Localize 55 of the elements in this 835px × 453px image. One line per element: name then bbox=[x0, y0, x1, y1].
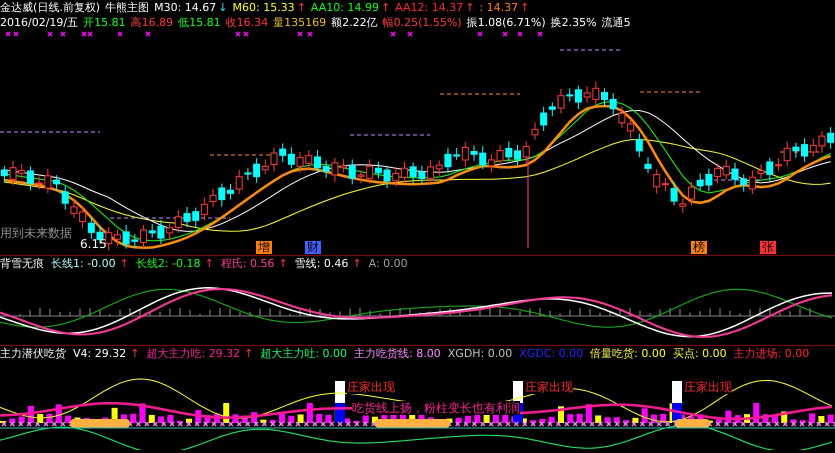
event-marker: 增 bbox=[256, 241, 272, 254]
indicator-name: 背雪无痕 bbox=[0, 256, 44, 270]
signal-label: 庄家出现 bbox=[525, 380, 573, 394]
indicator-value: 长线2: -0.18 bbox=[136, 256, 201, 270]
trend-arrow: ↑ bbox=[130, 346, 140, 360]
trend-arrow: ↑ bbox=[296, 0, 306, 14]
indicator-value: XGDC: 0.00 bbox=[519, 346, 584, 360]
indicator-value: A: 0.00 bbox=[368, 256, 408, 270]
indicator-value: 超大主力吃: 29.32 bbox=[146, 346, 240, 360]
quote-value: 幅0.25(1.55%) bbox=[382, 16, 462, 30]
stock-name: 金达威(日线.前复权) bbox=[0, 0, 100, 14]
indicator-value: 程氏: 0.56 bbox=[220, 256, 274, 270]
signal-comment: 吃货线上扬，粉柱变长也有利润 bbox=[352, 401, 520, 415]
indicator-value: M60: 15.33 bbox=[232, 0, 295, 14]
quote-value: 低15.81 bbox=[178, 16, 221, 30]
template-name: 牛熊主图 bbox=[105, 0, 150, 14]
trend-arrow: ↑ bbox=[278, 256, 288, 270]
trend-arrow: ↓ bbox=[218, 0, 228, 14]
quote-value: 开15.81 bbox=[83, 16, 126, 30]
signal-label: 庄家出现 bbox=[684, 380, 732, 394]
quote-value: 额2.22亿 bbox=[331, 16, 378, 30]
signal-label: 庄家出现 bbox=[347, 380, 395, 394]
indicator-value: 主力进场: 0.00 bbox=[734, 346, 810, 360]
trend-arrow: ↑ bbox=[380, 0, 390, 14]
warning-note: 用到未来数据 bbox=[0, 226, 72, 240]
event-marker: 榜 bbox=[691, 241, 707, 254]
indicator-value: 超大主力吐: 0.00 bbox=[260, 346, 348, 360]
event-marker: 财 bbox=[305, 241, 321, 254]
trend-arrow: ↑ bbox=[520, 0, 530, 14]
event-marker: 张 bbox=[760, 241, 776, 254]
indicator-value: 主力吃货线: 8.00 bbox=[354, 346, 441, 360]
trend-arrow: ↑ bbox=[465, 0, 474, 14]
quote-value: 高16.89 bbox=[130, 16, 174, 30]
price-label: 6.15 bbox=[80, 237, 107, 251]
trend-arrow: ↑ bbox=[244, 346, 254, 360]
quote-value: 换2.35% bbox=[550, 16, 597, 30]
indicator-value: 买点: 0.00 bbox=[672, 346, 727, 360]
indicator-value: 倍量吃货: 0.00 bbox=[590, 346, 666, 360]
indicator-value: 长线1: -0.00 bbox=[51, 256, 116, 270]
quote-value: 流通5 bbox=[602, 16, 631, 30]
quote-value: 2016/02/19/五 bbox=[0, 16, 78, 30]
quote-value: 收16.34 bbox=[226, 16, 268, 30]
trend-arrow: ↑ bbox=[120, 256, 129, 270]
indicator-value: AA10: 14.99 bbox=[310, 0, 379, 14]
indicator-value: 雪线: 0.46 bbox=[294, 256, 348, 270]
indicator-value: V4: 29.32 bbox=[73, 346, 126, 360]
indicator-value: : 14.37 bbox=[479, 0, 518, 14]
trend-arrow: ↑ bbox=[204, 256, 214, 270]
trend-arrow: ↑ bbox=[352, 256, 362, 270]
indicator-value: XGDH: 0.00 bbox=[448, 346, 512, 360]
indicator-value: AA12: 14.37 bbox=[395, 0, 464, 14]
quote-value: 量135169 bbox=[273, 16, 326, 30]
indicator-name: 主力潜伏吃货 bbox=[0, 346, 66, 360]
quote-value: 振1.08(6.71%) bbox=[466, 16, 546, 30]
indicator-value: M30: 14.67 bbox=[154, 0, 216, 14]
